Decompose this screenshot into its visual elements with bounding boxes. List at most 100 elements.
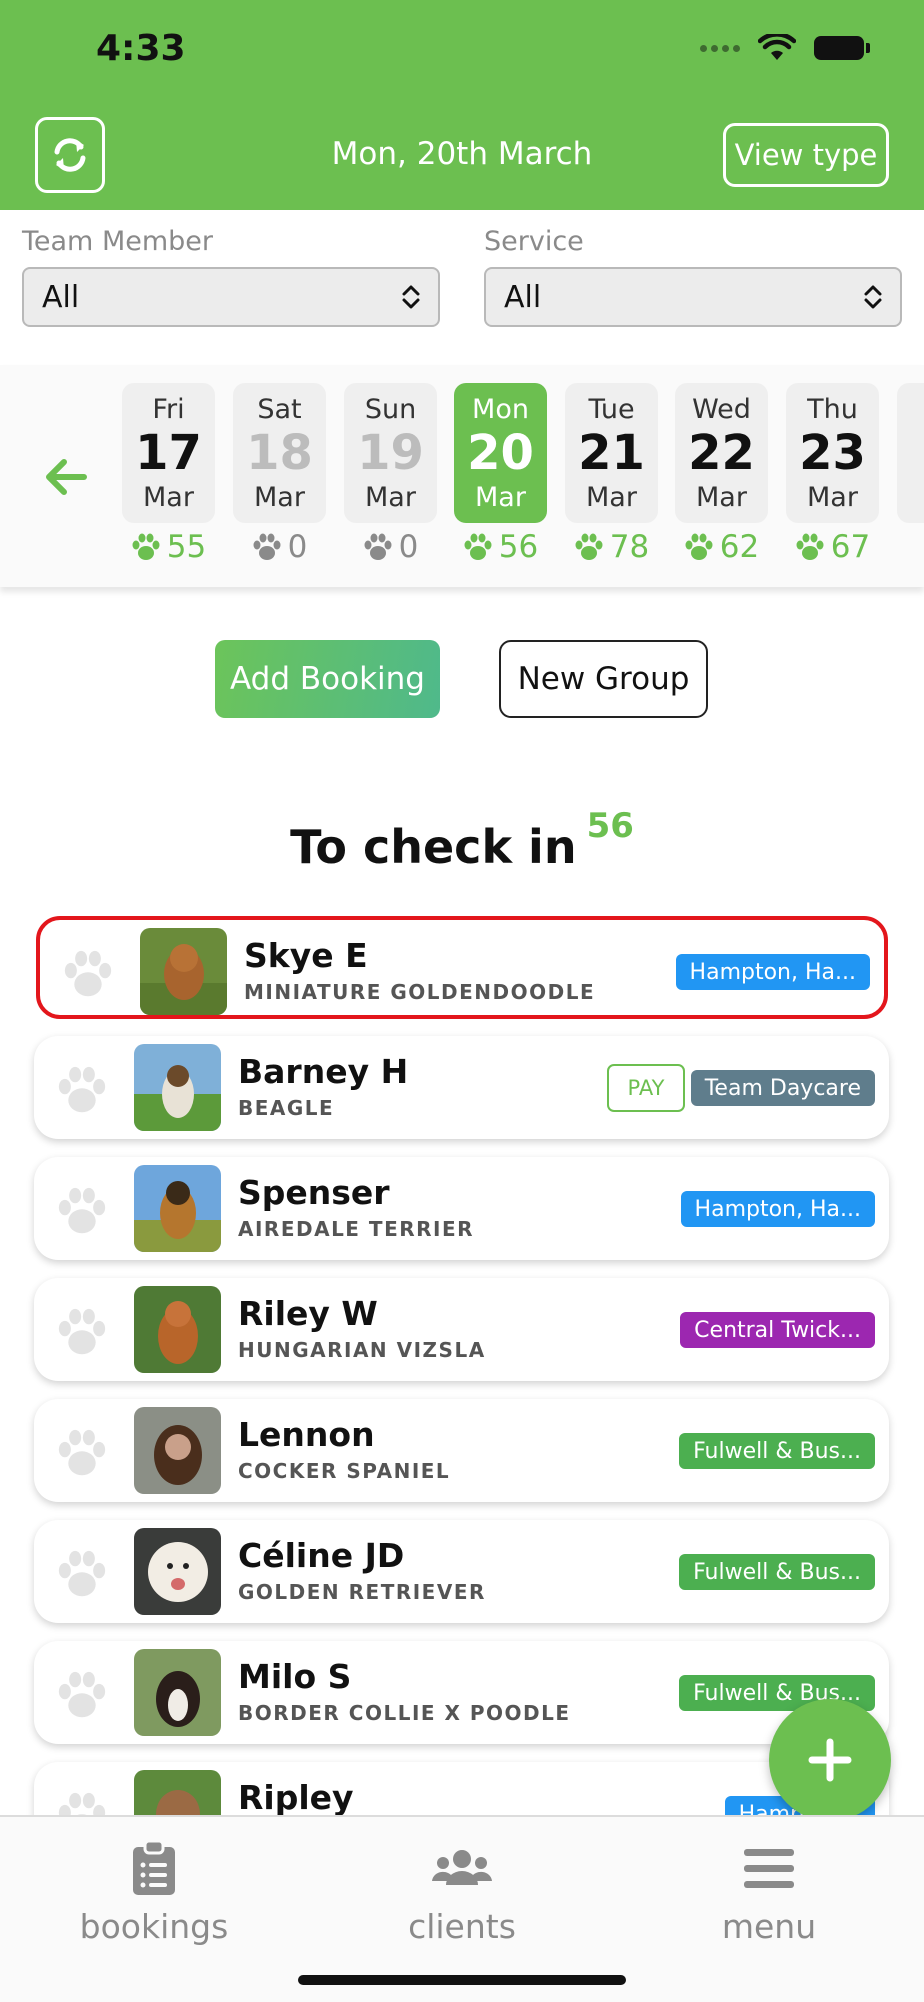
day-count-value: 0 — [287, 529, 308, 565]
select-chevrons-icon — [402, 285, 420, 309]
booking-row[interactable]: Skye E MINIATURE GOLDENDOODLE Hampton, H… — [36, 916, 888, 1019]
paw-icon — [132, 533, 160, 560]
day-booking-count: 0 — [344, 529, 437, 565]
team-member-select[interactable]: All — [22, 267, 440, 327]
day-name: Sat — [257, 394, 302, 425]
booking-list: Skye E MINIATURE GOLDENDOODLE Hampton, H… — [0, 900, 924, 1815]
pay-button[interactable]: PAY — [607, 1064, 685, 1112]
day-count-value: 67 — [830, 529, 871, 565]
day-next-partial[interactable] — [897, 383, 924, 523]
booking-row[interactable]: Ripley Hampton... — [34, 1762, 889, 1815]
team-member-label: Team Member — [22, 226, 214, 257]
day-sat-18[interactable]: Sat 18 Mar 0 — [233, 383, 326, 565]
paw-checkin-icon[interactable] — [56, 1187, 108, 1235]
day-name: Tue — [588, 394, 635, 425]
dog-photo — [134, 1407, 221, 1494]
paw-checkin-icon[interactable] — [56, 1792, 108, 1815]
view-type-button[interactable]: View type — [723, 123, 889, 187]
day-count-value: 0 — [398, 529, 419, 565]
day-name: Mon — [472, 394, 529, 425]
paw-checkin-icon[interactable] — [56, 1671, 108, 1719]
day-card — [897, 383, 924, 523]
day-tue-21[interactable]: Tue 21 Mar 78 — [565, 383, 658, 565]
add-fab-button[interactable] — [769, 1699, 891, 1821]
paw-icon — [253, 533, 281, 560]
day-booking-count: 55 — [122, 529, 215, 565]
dog-breed: BORDER COLLIE X POODLE — [238, 1701, 571, 1725]
booking-row[interactable]: Milo S BORDER COLLIE X POODLE Fulwell & … — [34, 1641, 889, 1744]
day-name: Fri — [152, 394, 185, 425]
day-month: Mar — [254, 482, 305, 513]
service-filter: Service All — [484, 226, 902, 327]
day-wed-22[interactable]: Wed 22 Mar 62 — [675, 383, 768, 565]
day-month: Mar — [696, 482, 747, 513]
dog-photo — [134, 1165, 221, 1252]
location-tag: Central Twick... — [680, 1312, 875, 1348]
booking-row[interactable]: Lennon COCKER SPANIEL Fulwell & Bus... — [34, 1399, 889, 1502]
nav-clients-label: clients — [408, 1907, 516, 1946]
dog-photo — [140, 928, 227, 1015]
dog-photo — [134, 1044, 221, 1131]
clipboard-icon — [133, 1839, 175, 1895]
paw-checkin-icon[interactable] — [62, 950, 114, 998]
dog-name: Ripley — [238, 1778, 354, 1815]
day-number: 17 — [135, 425, 202, 481]
dog-name: Skye E — [244, 936, 368, 975]
nav-menu-label: menu — [721, 1907, 817, 1946]
hamburger-menu-icon — [744, 1849, 794, 1888]
day-count-value: 62 — [719, 529, 760, 565]
nav-bookings[interactable]: bookings — [54, 1839, 254, 1946]
day-booking-count: 56 — [454, 529, 547, 565]
day-month: Mar — [475, 482, 526, 513]
dog-breed: COCKER SPANIEL — [238, 1459, 451, 1483]
wifi-icon — [758, 34, 796, 60]
dog-name: Spenser — [238, 1173, 390, 1212]
nav-clients[interactable]: clients — [362, 1839, 562, 1946]
day-mon-20[interactable]: Mon 20 Mar 56 — [454, 383, 547, 565]
home-indicator[interactable] — [298, 1975, 626, 1985]
add-booking-button[interactable]: Add Booking — [215, 640, 440, 718]
new-group-button[interactable]: New Group — [499, 640, 708, 718]
arrow-left-icon — [46, 459, 87, 495]
dog-name: Riley W — [238, 1294, 378, 1333]
booking-row[interactable]: Céline JD GOLDEN RETRIEVER Fulwell & Bus… — [34, 1520, 889, 1623]
users-icon — [432, 1850, 492, 1885]
booking-row[interactable]: Barney H BEAGLE PAY Team Daycare — [34, 1036, 889, 1139]
paw-icon — [575, 533, 603, 560]
paw-checkin-icon[interactable] — [56, 1550, 108, 1598]
nav-menu[interactable]: menu — [669, 1839, 869, 1946]
day-number: 18 — [246, 425, 313, 481]
paw-checkin-icon[interactable] — [56, 1066, 108, 1114]
day-number: 22 — [688, 425, 755, 481]
day-number: 21 — [578, 425, 645, 481]
day-card: Wed 22 Mar — [675, 383, 768, 523]
day-card: Mon 20 Mar — [454, 383, 547, 523]
day-thu-23[interactable]: Thu 23 Mar 67 — [786, 383, 879, 565]
day-month: Mar — [143, 482, 194, 513]
section-count: 56 — [586, 806, 634, 846]
dog-name: Barney H — [238, 1052, 409, 1091]
select-chevrons-icon — [864, 285, 882, 309]
day-sun-19[interactable]: Sun 19 Mar 0 — [344, 383, 437, 565]
dog-photo — [134, 1770, 221, 1815]
day-count-value: 78 — [609, 529, 650, 565]
previous-week-button[interactable] — [44, 457, 88, 501]
battery-icon — [814, 36, 870, 60]
service-select[interactable]: All — [484, 267, 902, 327]
day-card: Sun 19 Mar — [344, 383, 437, 523]
day-count-value: 55 — [166, 529, 207, 565]
dog-breed: GOLDEN RETRIEVER — [238, 1580, 486, 1604]
booking-row[interactable]: Riley W HUNGARIAN VIZSLA Central Twick..… — [34, 1278, 889, 1381]
section-title: To check in 56 — [0, 806, 924, 874]
day-card: Fri 17 Mar — [122, 383, 215, 523]
dog-photo — [134, 1286, 221, 1373]
dog-name: Céline JD — [238, 1536, 405, 1575]
dog-photo — [134, 1528, 221, 1615]
day-number: 23 — [799, 425, 866, 481]
paw-checkin-icon[interactable] — [56, 1429, 108, 1477]
booking-row[interactable]: Spenser AIREDALE TERRIER Hampton, Ha... — [34, 1157, 889, 1260]
location-tag: Hampton, Ha... — [680, 1191, 875, 1227]
paw-checkin-icon[interactable] — [56, 1308, 108, 1356]
dog-name: Milo S — [238, 1657, 352, 1696]
day-fri-17[interactable]: Fri 17 Mar 55 — [122, 383, 215, 565]
